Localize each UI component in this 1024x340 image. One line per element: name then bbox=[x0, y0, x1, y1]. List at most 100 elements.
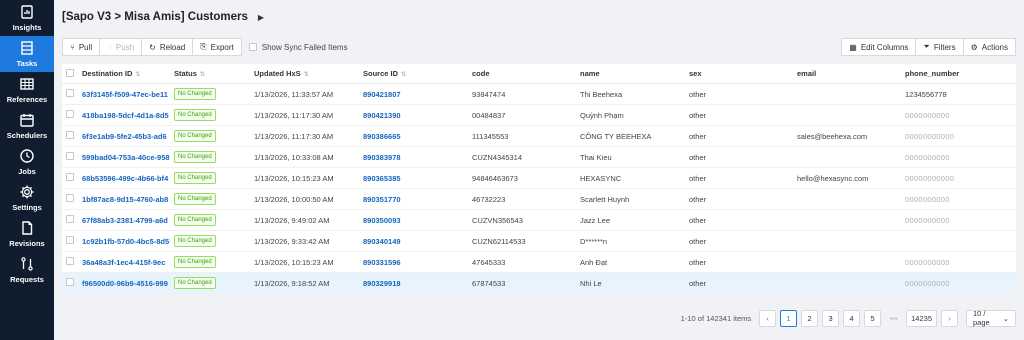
page-button[interactable]: 2 bbox=[801, 309, 819, 327]
row-checkbox[interactable] bbox=[66, 110, 74, 118]
phone-cell: 0000000000 bbox=[905, 194, 950, 204]
next-page-button[interactable]: › bbox=[941, 309, 958, 327]
page-size-select[interactable]: 10 / page ⌄ bbox=[966, 309, 1016, 327]
column-header-label: Destination ID bbox=[82, 69, 133, 78]
row-checkbox[interactable] bbox=[66, 131, 74, 139]
destination-id-link[interactable]: 599bad04-753a-40ce-958 bbox=[82, 153, 174, 162]
sort-icon[interactable]: ⇅ bbox=[304, 72, 309, 78]
source-id-link[interactable]: 890351770 bbox=[363, 195, 472, 204]
column-header-name: name bbox=[580, 69, 689, 78]
destination-id-link[interactable]: 36a48a3f-1ec4-415f-9ec bbox=[82, 258, 174, 267]
table-row[interactable]: 1c92b1fb-57d0-4bc5-8d5 No Changed 1/13/202… bbox=[62, 231, 1016, 252]
nav-item-schedulers[interactable]: Schedulers bbox=[0, 108, 54, 144]
select-all-checkbox[interactable] bbox=[66, 68, 74, 77]
status-cell: No Changed bbox=[174, 88, 254, 100]
source-id-link[interactable]: 890350093 bbox=[363, 216, 472, 225]
status-cell: No Changed bbox=[174, 193, 254, 205]
destination-id-link[interactable]: 68b53596-499c-4b66-bf4 bbox=[82, 174, 174, 183]
nav-label-schedulers: Schedulers bbox=[6, 131, 48, 140]
checkbox-box[interactable] bbox=[248, 43, 257, 51]
page-size-value: 10 / page bbox=[973, 309, 990, 327]
destination-id-link[interactable]: 1bf87ac8-9d15-4760-ab8 bbox=[82, 195, 174, 204]
source-id-link[interactable]: 890386665 bbox=[363, 132, 472, 141]
sex-cell: other bbox=[689, 89, 707, 99]
nav-item-settings[interactable]: Settings bbox=[0, 180, 54, 216]
show-sync-failed-checkbox[interactable]: Show Sync Failed Items bbox=[248, 43, 348, 52]
reload-button[interactable]: ↻ Reload bbox=[141, 38, 194, 56]
column-header-updated[interactable]: Updated HxS ⇅ bbox=[254, 69, 363, 78]
table-row[interactable]: f96500d0-96b9-4516-999 No Changed 1/13/202… bbox=[62, 273, 1016, 294]
sort-icon[interactable]: ⇅ bbox=[200, 72, 205, 78]
table-row[interactable]: 68b53596-499c-4b66-bf4 No Changed 1/13/202… bbox=[62, 168, 1016, 189]
page-button[interactable]: 3 bbox=[822, 309, 840, 327]
name-cell: Anh Đạt bbox=[580, 257, 608, 267]
actions-button[interactable]: ⚙ Actions bbox=[962, 38, 1016, 56]
column-header-destination-id[interactable]: Destination ID ⇅ bbox=[82, 69, 174, 78]
source-id-link[interactable]: 890329918 bbox=[363, 279, 472, 288]
edit-columns-button[interactable]: ▦ Edit Columns bbox=[841, 38, 917, 56]
row-checkbox[interactable] bbox=[66, 215, 74, 223]
nav-item-jobs[interactable]: Jobs bbox=[0, 144, 54, 180]
source-id-link[interactable]: 890331596 bbox=[363, 258, 472, 267]
status-cell: No Changed bbox=[174, 172, 254, 184]
row-checkbox[interactable] bbox=[66, 236, 74, 244]
row-checkbox[interactable] bbox=[66, 173, 74, 181]
column-header-status[interactable]: Status ⇅ bbox=[174, 69, 254, 78]
source-id-link[interactable]: 890340149 bbox=[363, 237, 472, 246]
status-badge: No Changed bbox=[174, 88, 216, 100]
source-id-link[interactable]: 890383978 bbox=[363, 153, 472, 162]
page-button-last[interactable]: 14235 bbox=[906, 309, 937, 327]
row-checkbox-cell bbox=[62, 173, 82, 183]
filters-button[interactable]: ⏷ Filters bbox=[915, 38, 964, 56]
push-button[interactable]: ◌ Push bbox=[99, 38, 143, 56]
row-checkbox[interactable] bbox=[66, 194, 74, 202]
table-row[interactable]: 599bad04-753a-40ce-958 No Changed 1/13/202… bbox=[62, 147, 1016, 168]
sex-cell: other bbox=[689, 278, 707, 288]
page-ellipsis[interactable]: ••• bbox=[885, 310, 902, 327]
destination-id-link[interactable]: 1c92b1fb-57d0-4bc5-8d5 bbox=[82, 237, 174, 246]
pagination: 1-10 of 142341 items ‹ 1 2 3 4 5 ••• 142… bbox=[681, 309, 1016, 327]
updated-cell: 1/13/2026, 10:15:23 AM bbox=[254, 173, 334, 183]
sort-icon[interactable]: ⇅ bbox=[401, 72, 406, 78]
nav-item-requests[interactable]: Requests bbox=[0, 252, 54, 288]
status-cell: No Changed bbox=[174, 109, 254, 121]
table-row[interactable]: 36a48a3f-1ec4-415f-9ec No Changed 1/13/202… bbox=[62, 252, 1016, 273]
nav-item-references[interactable]: References bbox=[0, 72, 54, 108]
title-menu-arrow-icon[interactable]: ▶ bbox=[258, 13, 264, 22]
row-checkbox-cell bbox=[62, 110, 82, 120]
page-button[interactable]: 5 bbox=[864, 309, 882, 327]
row-checkbox[interactable] bbox=[66, 257, 74, 265]
column-header-source-id[interactable]: Source ID ⇅ bbox=[363, 69, 472, 78]
page-button[interactable]: 1 bbox=[780, 309, 798, 327]
destination-id-link[interactable]: f96500d0-96b9-4516-999 bbox=[82, 279, 174, 288]
row-checkbox[interactable] bbox=[66, 278, 74, 286]
source-id-link[interactable]: 890365385 bbox=[363, 174, 472, 183]
phone-cell: 0000000000 bbox=[905, 215, 950, 225]
table-row[interactable]: 63f3145f-f509-47ec-be11 No Changed 1/13/20… bbox=[62, 84, 1016, 105]
nav-item-tasks[interactable]: Tasks bbox=[0, 36, 54, 72]
table-row[interactable]: 1bf87ac8-9d15-4760-ab8 No Changed 1/13/202… bbox=[62, 189, 1016, 210]
destination-id-link[interactable]: 6f3e1ab9-5fe2-45b3-ad6 bbox=[82, 132, 174, 141]
edit-columns-label: Edit Columns bbox=[860, 42, 909, 52]
sex-cell: other bbox=[689, 152, 707, 162]
sort-icon[interactable]: ⇅ bbox=[135, 72, 140, 78]
source-id-link[interactable]: 890421807 bbox=[363, 90, 472, 99]
destination-id-link[interactable]: 418ba198-5dcf-4d1a-8d5 bbox=[82, 111, 174, 120]
prev-page-button[interactable]: ‹ bbox=[759, 309, 777, 327]
destination-id-link[interactable]: 67f88ab3-2381-4799-a6d bbox=[82, 216, 174, 225]
status-badge: No Changed bbox=[174, 151, 216, 163]
page-button[interactable]: 4 bbox=[843, 309, 861, 327]
nav-label-requests: Requests bbox=[10, 275, 44, 284]
source-id-link[interactable]: 890421390 bbox=[363, 111, 472, 120]
row-checkbox[interactable] bbox=[66, 152, 74, 160]
export-button[interactable]: ⎘ Export bbox=[192, 38, 242, 56]
nav-item-revisions[interactable]: Revisions bbox=[0, 216, 54, 252]
table-row[interactable]: 418ba198-5dcf-4d1a-8d5 No Changed 1/13/202… bbox=[62, 105, 1016, 126]
table-row[interactable]: 6f3e1ab9-5fe2-45b3-ad6 No Changed 1/13/202… bbox=[62, 126, 1016, 147]
destination-id-link[interactable]: 63f3145f-f509-47ec-be11 bbox=[82, 90, 174, 99]
row-checkbox[interactable] bbox=[66, 89, 74, 97]
column-header-label: Status bbox=[174, 69, 197, 78]
pull-button[interactable]: ⑂ Pull bbox=[62, 38, 101, 56]
nav-item-insights[interactable]: Insights bbox=[0, 0, 54, 36]
table-row[interactable]: 67f88ab3-2381-4799-a6d No Changed 1/13/202… bbox=[62, 210, 1016, 231]
